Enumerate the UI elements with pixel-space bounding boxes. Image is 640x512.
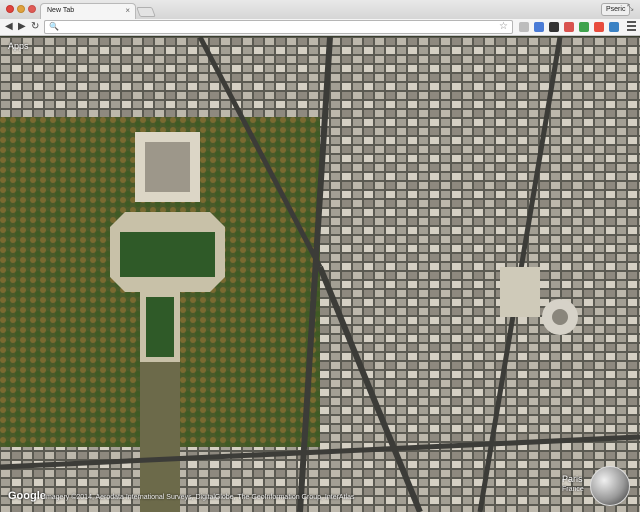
imagery-attribution: Imagery ©2014, Aerodata International Su…	[44, 494, 355, 501]
extension-5-icon[interactable]	[579, 22, 589, 32]
location-country-label[interactable]: France	[562, 486, 584, 493]
new-tab-button[interactable]	[136, 7, 156, 17]
window-titlebar: New Tab × Pseric ⤡	[0, 0, 640, 19]
search-icon: 🔍	[49, 22, 59, 31]
extension-4-icon[interactable]	[564, 22, 574, 32]
address-bar[interactable]: 🔍 ☆	[44, 20, 513, 34]
location-city-label[interactable]: Paris	[562, 474, 583, 484]
extension-1-icon[interactable]	[519, 22, 529, 32]
menu-icon[interactable]	[627, 21, 636, 33]
tab-close-icon[interactable]: ×	[125, 6, 130, 15]
minimize-window-button[interactable]	[17, 5, 25, 13]
new-tab-page-background	[0, 37, 640, 512]
tab-title: New Tab	[47, 7, 75, 14]
maximize-window-button[interactable]	[28, 5, 36, 13]
tab-new-tab[interactable]: New Tab ×	[40, 3, 136, 19]
aerial-map-image	[0, 37, 640, 512]
back-button[interactable]: ◀	[5, 20, 13, 34]
bookmark-star-icon[interactable]: ☆	[499, 21, 508, 33]
google-logo: Google	[8, 490, 46, 502]
extension-3-icon[interactable]	[549, 22, 559, 32]
extension-7-icon[interactable]	[609, 22, 619, 32]
restore-icon[interactable]: ⤡	[627, 3, 633, 13]
extension-2-icon[interactable]	[534, 22, 544, 32]
browser-toolbar: ◀ ▶ ↻ 🔍 ☆	[0, 19, 640, 36]
close-window-button[interactable]	[6, 5, 14, 13]
forward-button[interactable]: ▶	[18, 20, 26, 34]
extension-6-icon[interactable]	[594, 22, 604, 32]
reload-button[interactable]: ↻	[31, 20, 39, 34]
globe-icon[interactable]	[590, 466, 630, 506]
apps-link[interactable]: Apps	[8, 41, 29, 51]
